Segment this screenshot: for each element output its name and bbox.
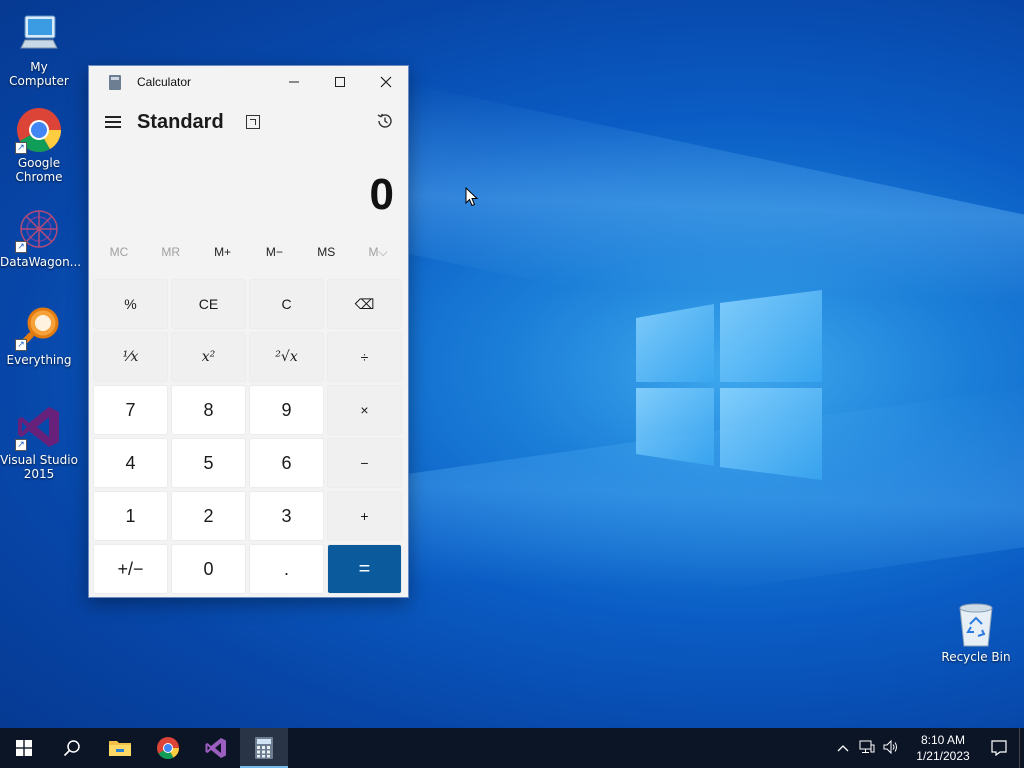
show-hidden-icons-chevron-icon[interactable] — [831, 741, 855, 755]
keep-on-top-icon[interactable] — [245, 115, 260, 129]
taskbar-file-explorer[interactable] — [96, 728, 144, 768]
desktop-icon-google-chrome[interactable]: ↗ Google Chrome — [0, 106, 78, 184]
clear-entry-button[interactable]: CE — [171, 279, 246, 329]
memory-add-button[interactable]: M+ — [197, 245, 249, 259]
digit-2-button[interactable]: 2 — [171, 491, 246, 541]
memory-clear-button[interactable]: MC — [93, 245, 145, 259]
mouse-cursor-icon — [465, 187, 479, 207]
everything-magnifier-icon: ↗ — [15, 303, 63, 351]
desktop-icon-recycle-bin[interactable]: Recycle Bin — [940, 600, 1012, 664]
close-icon — [380, 76, 392, 88]
negate-button[interactable]: +/− — [93, 544, 168, 594]
network-icon[interactable] — [855, 740, 879, 757]
window-title: Calculator — [137, 75, 192, 89]
calculator-header: Standard — [89, 98, 408, 146]
backspace-button[interactable]: ⌫ — [327, 279, 402, 329]
history-icon[interactable] — [376, 112, 394, 130]
minus-button[interactable]: − — [327, 438, 402, 488]
result-display: 0 — [369, 170, 394, 219]
multiply-button[interactable]: × — [327, 385, 402, 435]
memory-recall-button[interactable]: MR — [145, 245, 197, 259]
divide-button[interactable]: ÷ — [327, 332, 402, 382]
visual-studio-icon: ↗ — [15, 403, 63, 451]
equals-button[interactable]: = — [327, 544, 402, 594]
taskbar-visual-studio[interactable] — [192, 728, 240, 768]
title-bar[interactable]: Calculator — [89, 66, 408, 98]
mode-title: Standard — [137, 110, 224, 133]
hamburger-menu-icon[interactable] — [105, 116, 121, 128]
computer-icon — [15, 10, 63, 58]
memory-list-button[interactable]: M⌵ — [352, 245, 404, 260]
minimize-icon — [289, 81, 299, 83]
system-tray: 8:10 AM 1/21/2023 — [831, 728, 1024, 768]
taskbar-calculator[interactable] — [240, 728, 288, 768]
windows-logo-wallpaper — [636, 290, 822, 480]
memory-subtract-button[interactable]: M− — [248, 245, 300, 259]
keypad: % CE C ⌫ ¹⁄x x² ²√x ÷ 7 8 9 × 4 5 6 − 1 … — [93, 279, 404, 594]
digit-0-button[interactable]: 0 — [171, 544, 246, 594]
desktop-icon-datawagon[interactable]: ↗ DataWagon... — [0, 205, 82, 269]
maximize-button[interactable] — [317, 66, 363, 98]
clear-button[interactable]: C — [249, 279, 324, 329]
desktop-icon-label: My Computer — [9, 60, 69, 88]
digit-7-button[interactable]: 7 — [93, 385, 168, 435]
desktop-icon-label: Google Chrome — [15, 156, 63, 184]
calculator-app-icon — [109, 74, 121, 90]
clock-date: 1/21/2023 — [916, 749, 970, 763]
percent-button[interactable]: % — [93, 279, 168, 329]
plus-button[interactable]: + — [327, 491, 402, 541]
memory-store-button[interactable]: MS — [300, 245, 352, 259]
shortcut-arrow-icon: ↗ — [15, 439, 27, 451]
clock-time: 8:10 AM — [920, 733, 966, 747]
search-icon — [63, 740, 80, 757]
notification-icon — [991, 740, 1007, 756]
shortcut-arrow-icon: ↗ — [15, 241, 27, 253]
desktop-icon-label: Recycle Bin — [941, 650, 1011, 664]
recycle-bin-icon — [959, 603, 993, 647]
digit-6-button[interactable]: 6 — [249, 438, 324, 488]
desktop-icon-label: Everything — [6, 353, 72, 367]
volume-icon[interactable] — [879, 739, 903, 757]
chrome-icon: ↗ — [15, 106, 63, 154]
visual-studio-icon — [205, 738, 226, 758]
maximize-icon — [335, 77, 345, 87]
taskbar-chrome[interactable] — [144, 728, 192, 768]
shortcut-arrow-icon: ↗ — [15, 142, 27, 154]
shortcut-arrow-icon: ↗ — [15, 339, 27, 351]
calculator-window: Calculator Standard 0 MC MR M+ M− MS M⌵ — [88, 65, 409, 598]
datawagon-icon: ↗ — [15, 205, 63, 253]
digit-1-button[interactable]: 1 — [93, 491, 168, 541]
reciprocal-button[interactable]: ¹⁄x — [93, 332, 168, 382]
desktop-icon-visual-studio[interactable]: ↗ Visual Studio 2015 — [0, 403, 78, 481]
close-button[interactable] — [363, 66, 409, 98]
file-explorer-icon — [109, 741, 131, 756]
digit-8-button[interactable]: 8 — [171, 385, 246, 435]
square-root-button[interactable]: ²√x — [249, 332, 324, 382]
desktop-icon-everything[interactable]: ↗ Everything — [0, 303, 78, 367]
show-desktop-button[interactable] — [1019, 728, 1024, 768]
digit-3-button[interactable]: 3 — [249, 491, 324, 541]
windows-start-icon — [16, 740, 32, 756]
taskbar: 8:10 AM 1/21/2023 — [0, 728, 1024, 768]
desktop-icon-label: Visual Studio 2015 — [0, 453, 78, 481]
desktop-icon-my-computer[interactable]: My Computer — [0, 10, 78, 88]
decimal-point-button[interactable]: . — [249, 544, 324, 594]
start-button[interactable] — [0, 728, 48, 768]
desktop-icon-label: DataWagon... — [0, 255, 82, 269]
calculator-icon — [255, 737, 273, 759]
square-button[interactable]: x² — [171, 332, 246, 382]
digit-9-button[interactable]: 9 — [249, 385, 324, 435]
digit-4-button[interactable]: 4 — [93, 438, 168, 488]
action-center-button[interactable] — [979, 728, 1019, 768]
taskbar-search-button[interactable] — [48, 728, 96, 768]
chrome-icon — [157, 737, 179, 759]
minimize-button[interactable] — [271, 66, 317, 98]
digit-5-button[interactable]: 5 — [171, 438, 246, 488]
memory-row: MC MR M+ M− MS M⌵ — [89, 236, 408, 268]
taskbar-clock[interactable]: 8:10 AM 1/21/2023 — [907, 732, 979, 764]
